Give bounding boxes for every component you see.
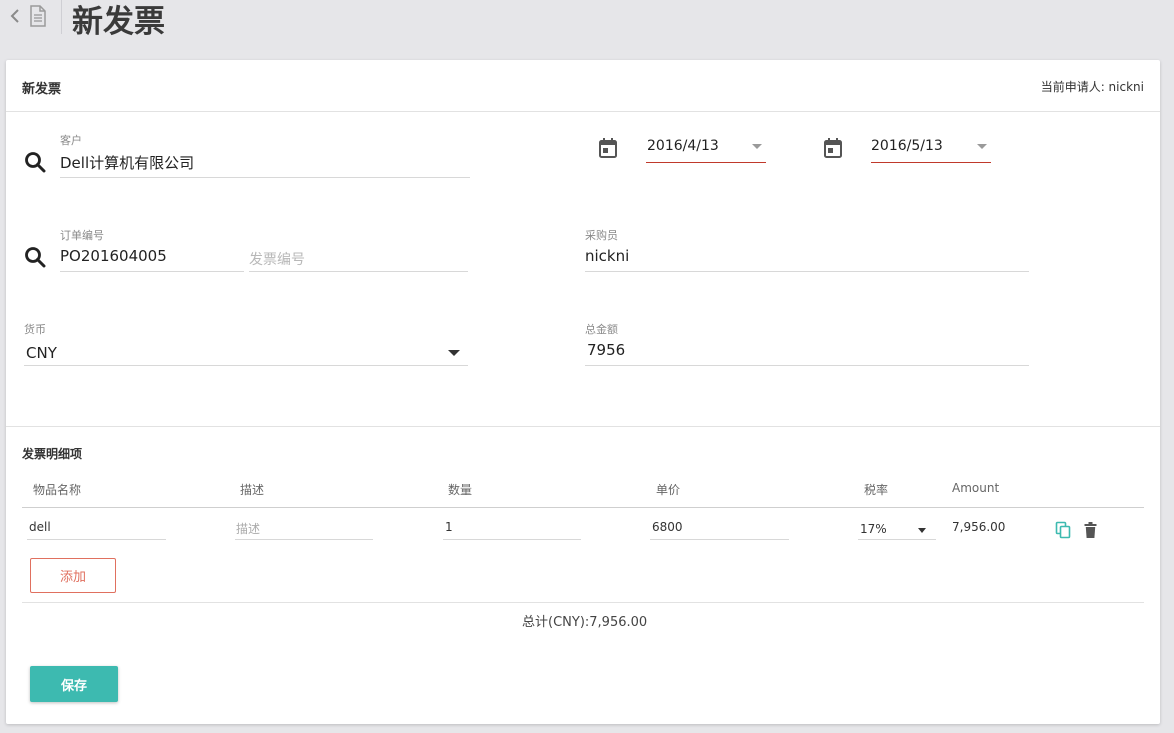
currency-dropdown-icon[interactable] xyxy=(448,350,460,356)
buyer-field[interactable]: nickni xyxy=(585,247,629,265)
trash-icon[interactable] xyxy=(1084,522,1097,538)
order-number-label: 订单编号 xyxy=(60,229,104,242)
order-search-icon[interactable] xyxy=(24,246,46,268)
column-header-amount: Amount xyxy=(952,481,1000,495)
item-quantity-field[interactable]: 1 xyxy=(445,520,453,534)
start-date-field[interactable]: 2016/4/13 xyxy=(647,138,719,154)
total-amount-underline xyxy=(585,365,1029,366)
item-amount: 7,956.00 xyxy=(952,520,1006,534)
start-date-underline xyxy=(646,162,766,163)
order-number-underline xyxy=(60,271,244,272)
items-total: 总计(CNY):7,956.00 xyxy=(522,615,648,630)
item-description-underline xyxy=(235,539,373,540)
column-header-name: 物品名称 xyxy=(33,483,82,497)
customer-field[interactable]: Dell计算机有限公司 xyxy=(60,152,194,173)
currency-label: 货币 xyxy=(24,323,46,336)
item-tax-select[interactable]: 17% xyxy=(860,522,887,536)
column-header-price: 单价 xyxy=(656,483,681,497)
save-button[interactable]: 保存 xyxy=(30,666,118,702)
section-divider xyxy=(6,426,1160,427)
add-item-button[interactable]: 添加 xyxy=(30,558,116,593)
customer-underline xyxy=(60,177,470,178)
total-amount-field[interactable]: 7956 xyxy=(587,341,625,359)
item-name-underline xyxy=(27,539,166,540)
card-header-divider xyxy=(6,111,1160,112)
items-footer-divider xyxy=(22,602,1144,603)
calendar-icon[interactable] xyxy=(598,137,618,159)
items-section-title: 发票明细项 xyxy=(22,447,83,461)
customer-search-icon[interactable] xyxy=(24,151,46,173)
buyer-label: 采购员 xyxy=(585,229,618,242)
currency-select[interactable]: CNY xyxy=(26,344,57,362)
current-applicant: 当前申请人: nickni xyxy=(1040,80,1144,94)
total-amount-label: 总金额 xyxy=(585,323,618,336)
tax-dropdown-icon[interactable] xyxy=(918,528,926,533)
back-chevron-icon[interactable] xyxy=(8,4,22,26)
order-number-field[interactable]: PO201604005 xyxy=(60,247,167,265)
column-header-quantity: 数量 xyxy=(448,483,473,497)
end-date-underline xyxy=(871,162,991,163)
invoice-card: 新发票 当前申请人: nickni 客户 Dell计算机有限公司 2016/4/… xyxy=(6,60,1160,724)
item-tax-underline xyxy=(858,539,936,540)
column-header-description: 描述 xyxy=(240,483,265,497)
column-header-tax: 税率 xyxy=(864,483,889,497)
header-divider xyxy=(61,0,62,34)
invoice-number-field[interactable]: 发票编号 xyxy=(249,249,305,269)
currency-underline xyxy=(24,365,468,366)
calendar-icon[interactable] xyxy=(823,137,843,159)
buyer-underline xyxy=(585,271,1029,272)
item-quantity-underline xyxy=(443,539,581,540)
end-date-dropdown-icon[interactable] xyxy=(977,144,987,149)
page-title: 新发票 xyxy=(72,4,165,40)
start-date-dropdown-icon[interactable] xyxy=(752,144,762,149)
end-date-field[interactable]: 2016/5/13 xyxy=(871,138,943,154)
table-header-divider xyxy=(22,507,1144,508)
item-price-field[interactable]: 6800 xyxy=(652,520,683,534)
item-price-underline xyxy=(650,539,789,540)
invoice-number-underline xyxy=(249,271,468,272)
item-description-field[interactable]: 描述 xyxy=(236,520,260,537)
document-icon xyxy=(30,5,46,27)
copy-icon[interactable] xyxy=(1055,521,1071,539)
card-title: 新发票 xyxy=(22,82,62,97)
customer-label: 客户 xyxy=(60,134,82,147)
item-name-field[interactable]: dell xyxy=(29,520,51,534)
